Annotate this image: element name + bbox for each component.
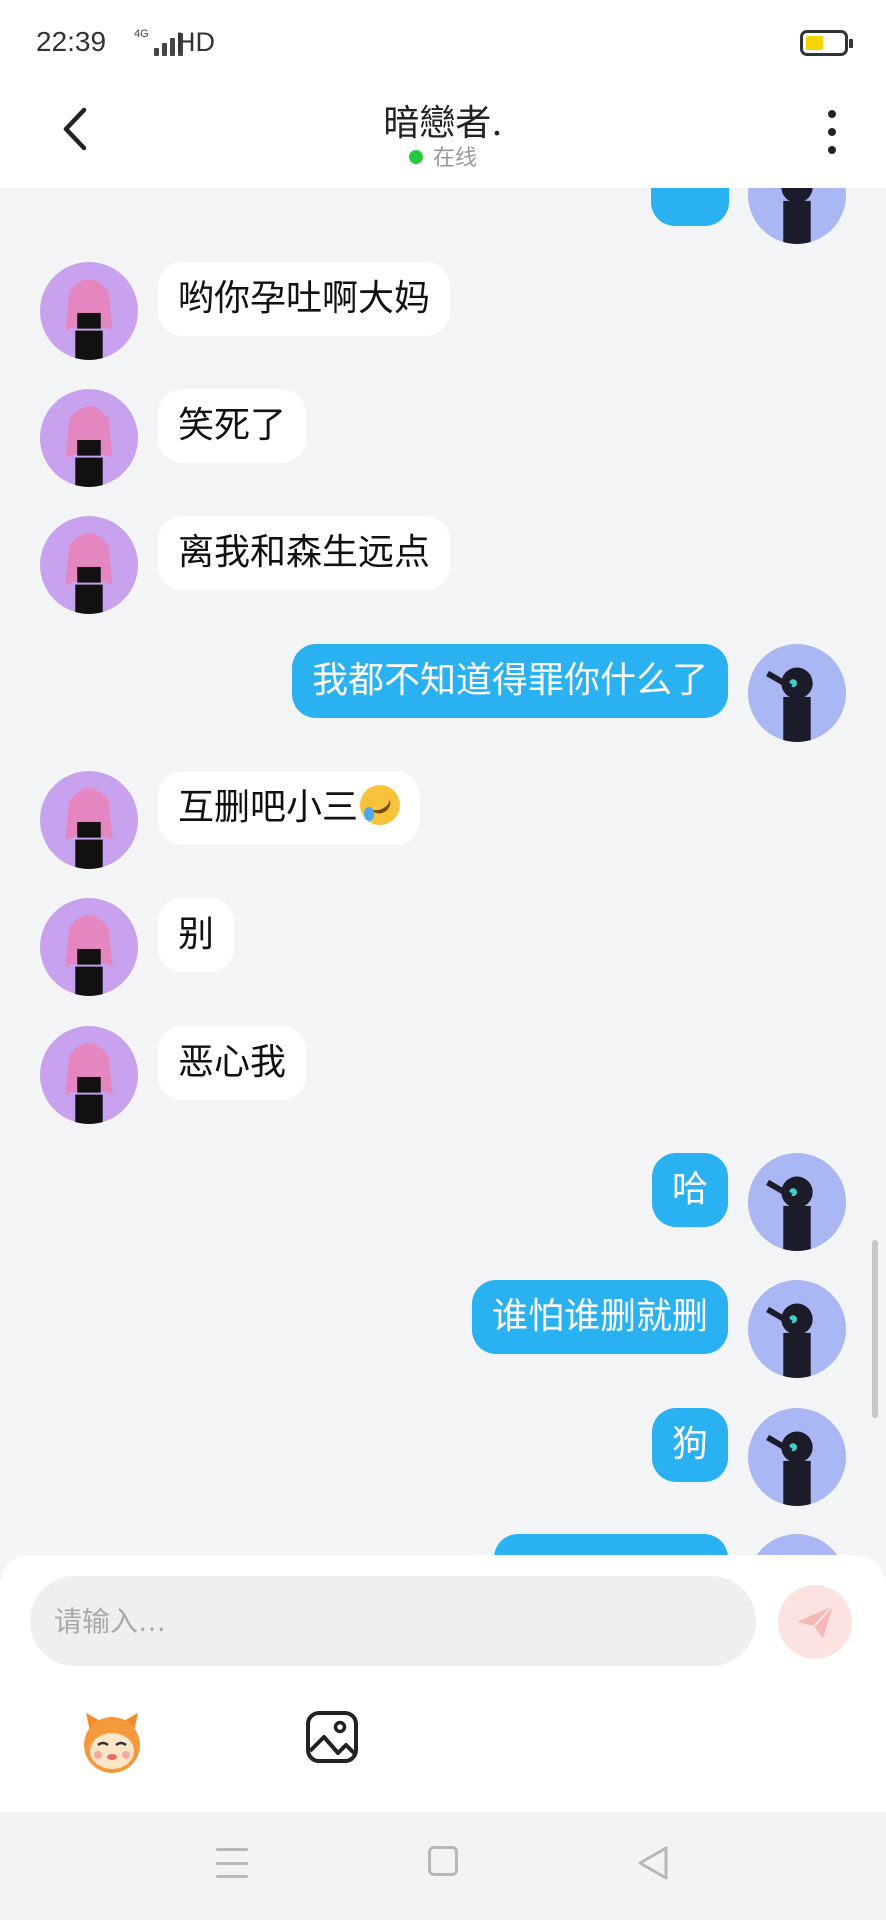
my-avatar[interactable] [748,1534,846,1555]
more-options-button[interactable] [820,104,844,160]
network-type: 4G [134,28,149,40]
message-bubble[interactable]: 我都不知道得罪你什么了 [291,644,728,718]
message-bubble[interactable]: 互删吧小三 [158,771,421,845]
online-status: 在线 [0,140,886,172]
message-text: 互删吧小三 [178,787,359,828]
contact-avatar[interactable] [40,1026,138,1124]
message-bubble[interactable]: 别 [158,898,235,972]
system-back-button[interactable] [636,1844,670,1882]
hd-indicator: HD [176,27,215,57]
my-avatar[interactable] [748,1280,846,1378]
my-avatar[interactable] [748,188,846,244]
battery-icon [800,30,853,56]
send-button[interactable] [778,1585,852,1659]
sticker-button[interactable] [76,1705,148,1777]
contact-avatar[interactable] [40,516,138,614]
message-bubble[interactable]: 哈 [651,1153,728,1227]
message-bubble[interactable]: 谁怕谁删就删 [471,1280,728,1354]
message-bubble-partial[interactable] [494,1534,728,1555]
input-panel [0,1555,886,1812]
message-bubble[interactable]: 哟你孕吐啊大妈 [158,262,451,336]
system-nav-bar [0,1812,886,1920]
message-bubble[interactable]: 恶心我 [158,1026,307,1100]
laughing-emoji-icon [360,785,401,825]
chat-header: 暗戀者. 在线 [0,88,886,188]
recent-apps-button[interactable] [216,1848,248,1878]
online-status-label: 在线 [432,146,477,171]
message-bubble[interactable]: 笑死了 [158,389,307,463]
status-time: 22:39 [36,26,107,57]
contact-name: 暗戀者. [383,103,503,144]
message-input[interactable] [30,1576,756,1666]
contact-avatar[interactable] [40,771,138,869]
cartoon-face-icon [84,1713,140,1773]
scrollbar[interactable] [872,1240,878,1418]
home-button[interactable] [428,1846,458,1876]
my-avatar[interactable] [748,1153,846,1251]
contact-avatar[interactable] [40,898,138,996]
image-icon [306,1711,358,1763]
triangle-back-icon [638,1846,668,1880]
my-avatar[interactable] [748,1408,846,1506]
image-button[interactable] [304,1709,360,1765]
message-bubble[interactable]: 离我和森生远点 [158,516,451,590]
message-list[interactable]: 哟你孕吐啊大妈 笑死了 离我和森生远点 我都不知道得罪你什么了 互删吧小三 别 … [0,188,886,1555]
status-bar: 22:39 4G HD [0,0,886,88]
online-dot-icon [408,150,423,164]
my-avatar[interactable] [748,644,846,742]
message-bubble[interactable]: 狗 [651,1408,728,1482]
message-bubble-partial[interactable] [651,188,729,226]
send-icon [797,1605,834,1638]
contact-avatar[interactable] [40,262,138,360]
contact-avatar[interactable] [40,389,138,487]
